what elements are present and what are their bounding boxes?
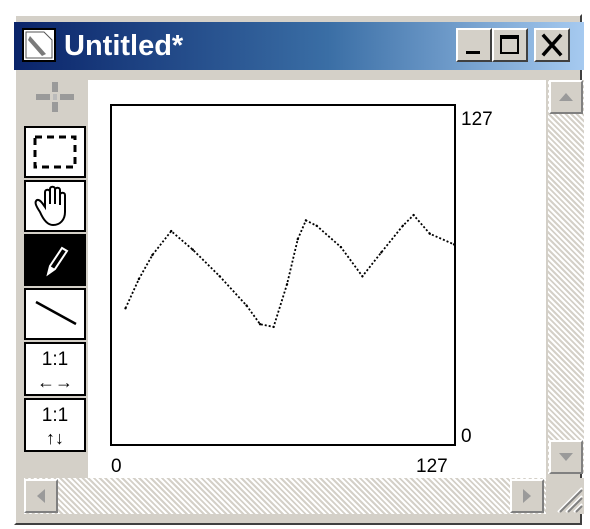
curve-line — [124, 213, 455, 328]
move-tool[interactable] — [28, 80, 82, 114]
curve-point — [428, 232, 431, 235]
line-icon — [35, 300, 77, 326]
curve-point — [124, 307, 127, 310]
curve-point — [304, 219, 308, 222]
title-bar[interactable]: Untitled* — [14, 22, 584, 70]
horizontal-arrows-icon: ←→ — [37, 372, 73, 392]
resize-grip[interactable] — [548, 478, 584, 514]
maximize-icon — [500, 35, 519, 54]
graph-plot-area[interactable] — [110, 104, 456, 446]
curve-plot[interactable] — [112, 106, 456, 444]
vertical-scrollbar[interactable] — [548, 80, 584, 474]
zoom-horizontal-ratio: 1:1 — [41, 349, 69, 370]
curve-point — [296, 237, 299, 241]
vertical-arrows-icon: ↑↓ — [46, 428, 64, 448]
hand-icon — [34, 185, 66, 227]
zoom-vertical-1to1-button[interactable]: 1:1 ↑↓ — [24, 398, 86, 452]
arrow-down-icon — [559, 453, 573, 461]
x-axis-max-label: 127 — [416, 456, 448, 477]
x-axis-min-label: 0 — [111, 456, 122, 477]
scroll-right-button[interactable] — [510, 479, 544, 513]
line-tool[interactable] — [24, 288, 86, 340]
arrow-left-icon — [37, 489, 45, 503]
scroll-left-button[interactable] — [24, 479, 58, 513]
y-axis-min-label: 0 — [461, 426, 472, 447]
curve-point — [218, 275, 221, 278]
curve-point — [258, 323, 262, 326]
pencil-icon — [46, 246, 69, 277]
curve-point — [170, 229, 173, 233]
dashed-rectangle-icon — [33, 135, 77, 169]
curve-point — [245, 304, 248, 307]
curve-point — [452, 243, 456, 246]
close-icon — [541, 33, 563, 57]
curve-point — [361, 275, 364, 278]
zoom-vertical-ratio: 1:1 — [41, 405, 69, 426]
curve-point — [151, 253, 154, 257]
arrow-right-icon — [523, 489, 531, 503]
tool-palette: 1:1 ←→ 1:1 ↑↓ — [24, 80, 87, 460]
pencil-tool[interactable] — [24, 234, 86, 286]
app-icon — [22, 28, 56, 62]
curve-point — [401, 224, 404, 227]
window-title: Untitled* — [64, 30, 184, 62]
curve-point — [412, 213, 415, 217]
minimize-button[interactable] — [456, 28, 492, 62]
curve-point — [380, 251, 383, 254]
scroll-down-button[interactable] — [549, 440, 583, 474]
close-button[interactable] — [534, 28, 570, 62]
curve-point — [285, 283, 289, 286]
curve-point — [315, 224, 318, 227]
scroll-up-button[interactable] — [549, 80, 583, 114]
curve-point — [272, 325, 275, 329]
curve-point — [137, 277, 141, 281]
minimize-icon — [466, 51, 480, 54]
resize-grip-icon — [557, 487, 583, 513]
horizontal-scrollbar[interactable] — [24, 478, 546, 514]
hand-tool[interactable] — [24, 180, 86, 232]
curve-point — [191, 248, 194, 251]
curve-point — [339, 245, 343, 249]
zoom-horizontal-1to1-button[interactable]: 1:1 ←→ — [24, 342, 86, 396]
maximize-button[interactable] — [492, 28, 528, 62]
move-cross-icon — [36, 82, 74, 112]
marquee-tool[interactable] — [24, 126, 86, 178]
y-axis-max-label: 127 — [461, 109, 493, 130]
arrow-up-icon — [559, 93, 573, 101]
